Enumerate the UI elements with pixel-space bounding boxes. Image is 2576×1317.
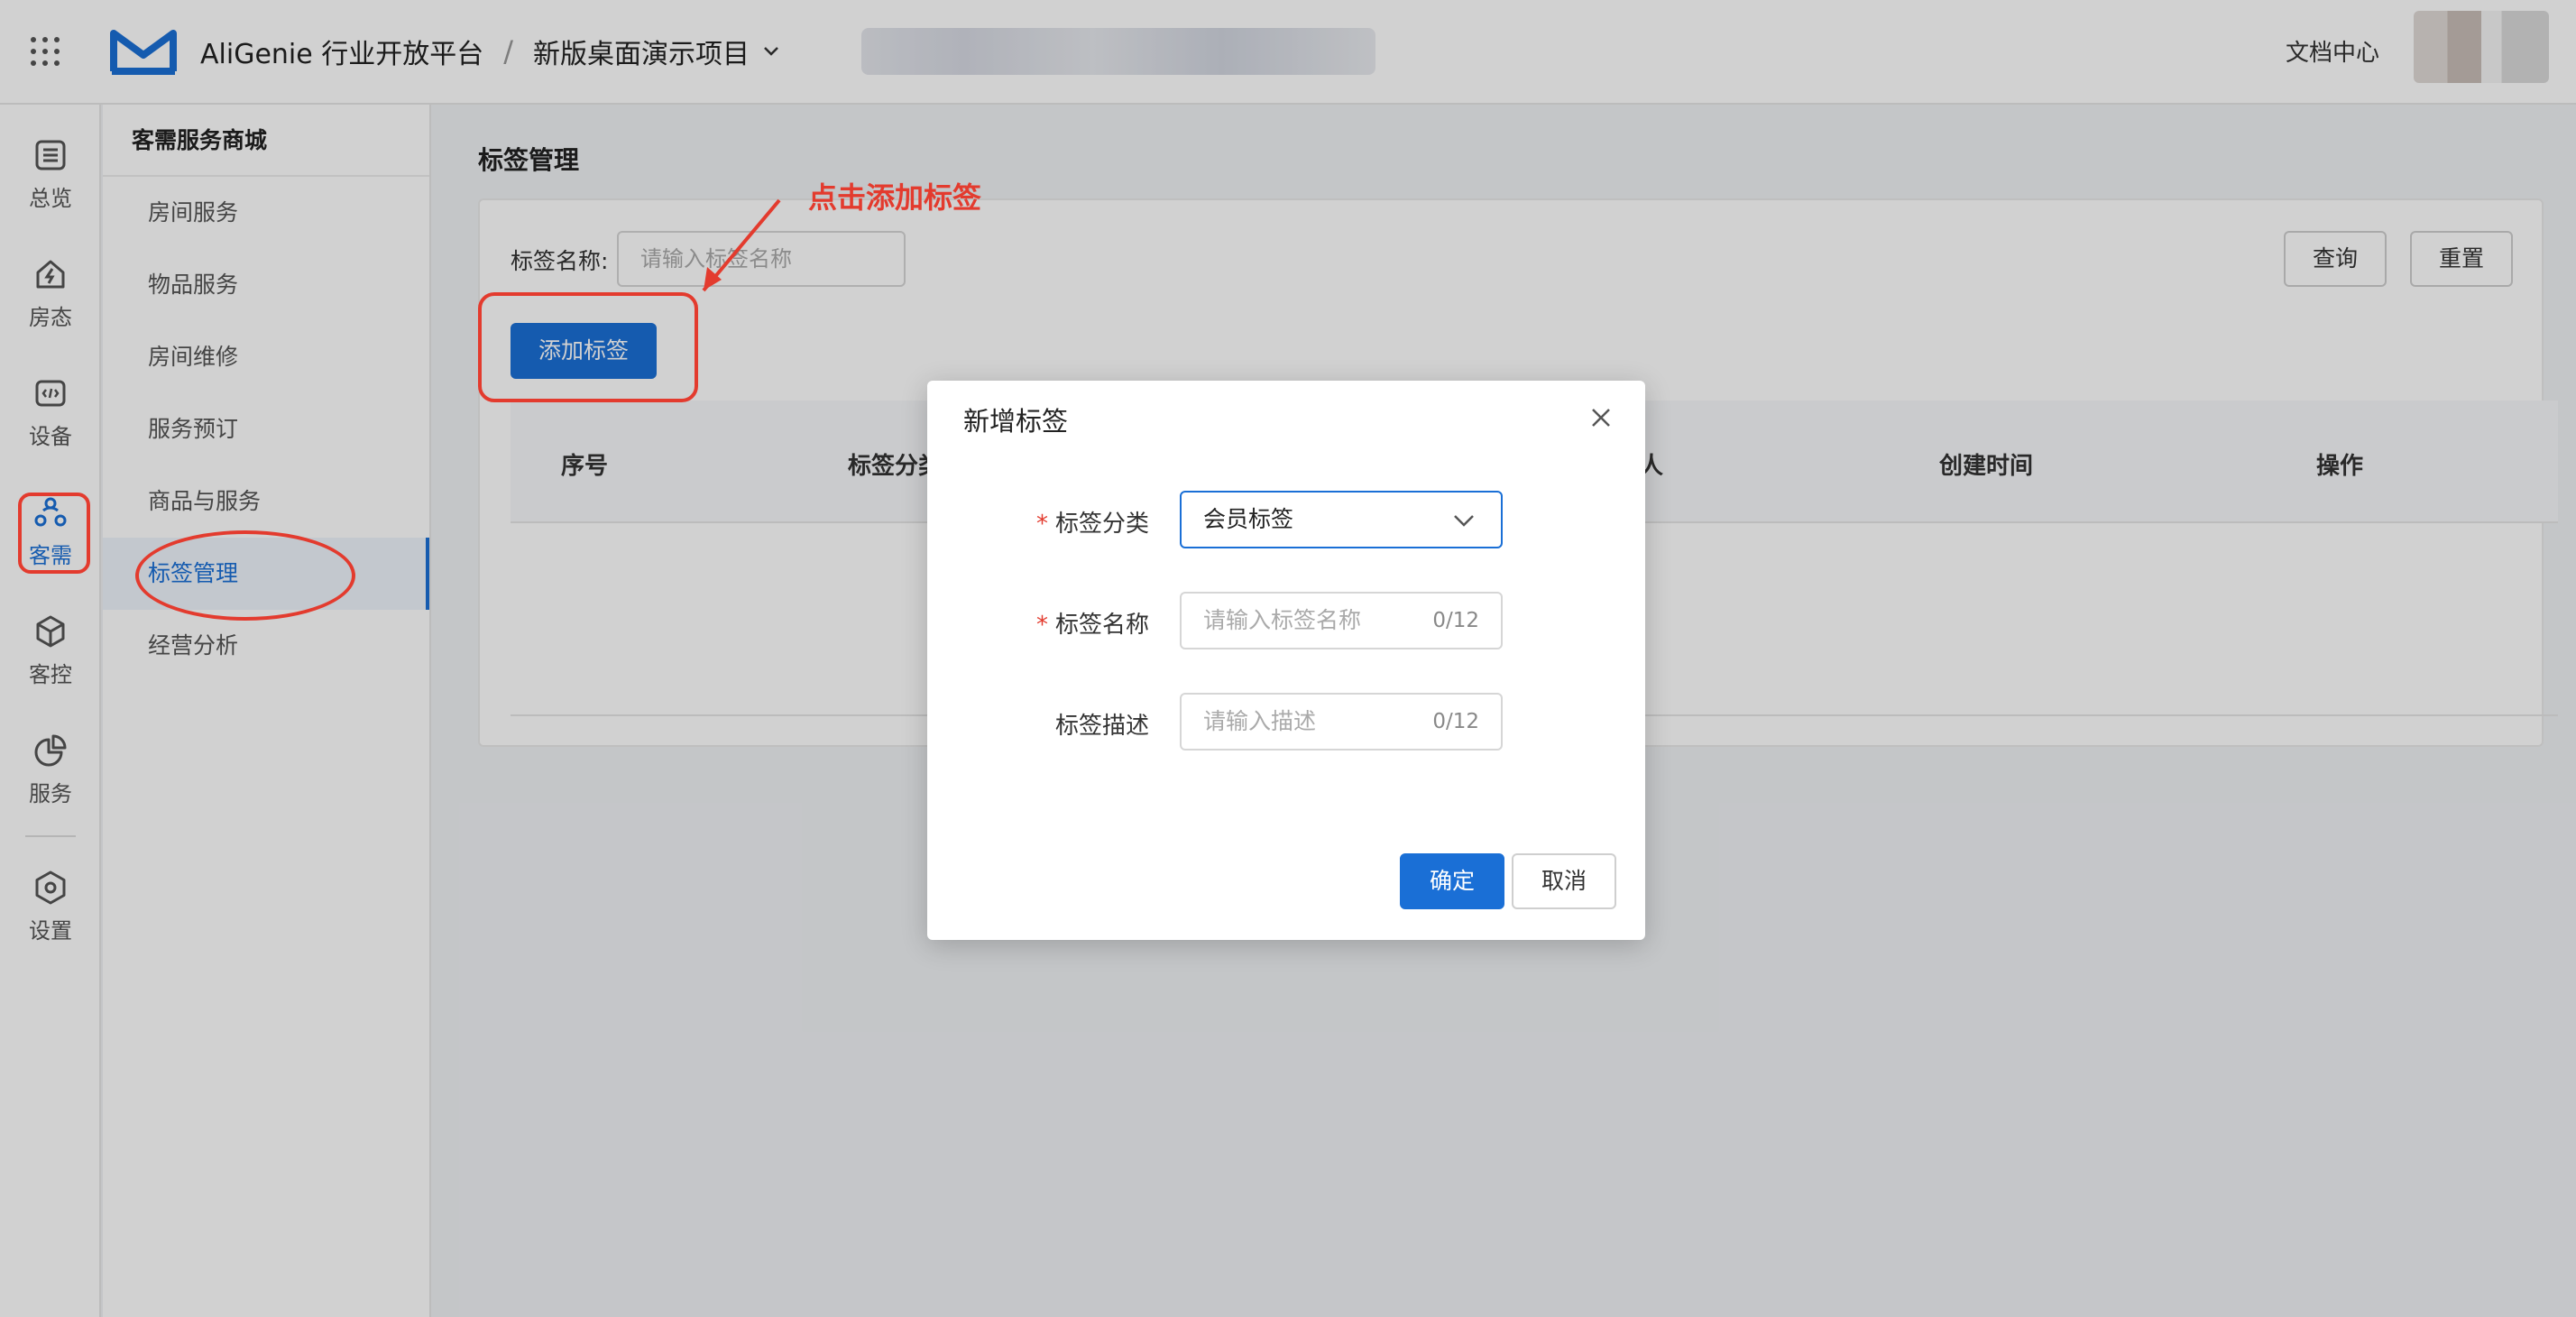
- tag-description-input[interactable]: 请输入描述 0/12: [1180, 693, 1503, 751]
- annotation-ring-menu: [135, 530, 355, 621]
- description-label: 标签描述: [1054, 713, 1149, 740]
- annotation-text: 点击添加标签: [808, 180, 982, 215]
- cancel-button[interactable]: 取消: [1512, 853, 1616, 909]
- tag-name-input[interactable]: 请输入标签名称 0/12: [1180, 592, 1503, 649]
- close-icon[interactable]: [1587, 404, 1615, 431]
- category-label: * 标签分类: [1035, 511, 1149, 538]
- modal-title: 新增标签: [963, 406, 1069, 437]
- confirm-button[interactable]: 确定: [1400, 853, 1504, 909]
- tag-description-char-count: 0/12: [1432, 710, 1479, 733]
- chevron-down-icon: [1454, 515, 1474, 527]
- tag-name-char-count: 0/12: [1432, 609, 1479, 632]
- annotation-arrow-icon: [702, 198, 781, 292]
- annotation-ring-rail: [18, 493, 90, 574]
- category-select[interactable]: 会员标签: [1180, 491, 1503, 548]
- required-mark: *: [1035, 612, 1048, 639]
- name-label: * 标签名称: [1035, 612, 1149, 639]
- category-select-value: 会员标签: [1203, 506, 1294, 532]
- tag-name-placeholder: 请输入标签名称: [1203, 607, 1362, 633]
- tag-description-placeholder: 请输入描述: [1203, 708, 1317, 734]
- required-mark: *: [1035, 511, 1048, 538]
- annotation-ring-add-button: [478, 292, 698, 402]
- add-tag-modal: 新增标签 * 标签分类 会员标签 * 标签名称 请输入标签名称 0/12 标签描述 …: [927, 381, 1645, 940]
